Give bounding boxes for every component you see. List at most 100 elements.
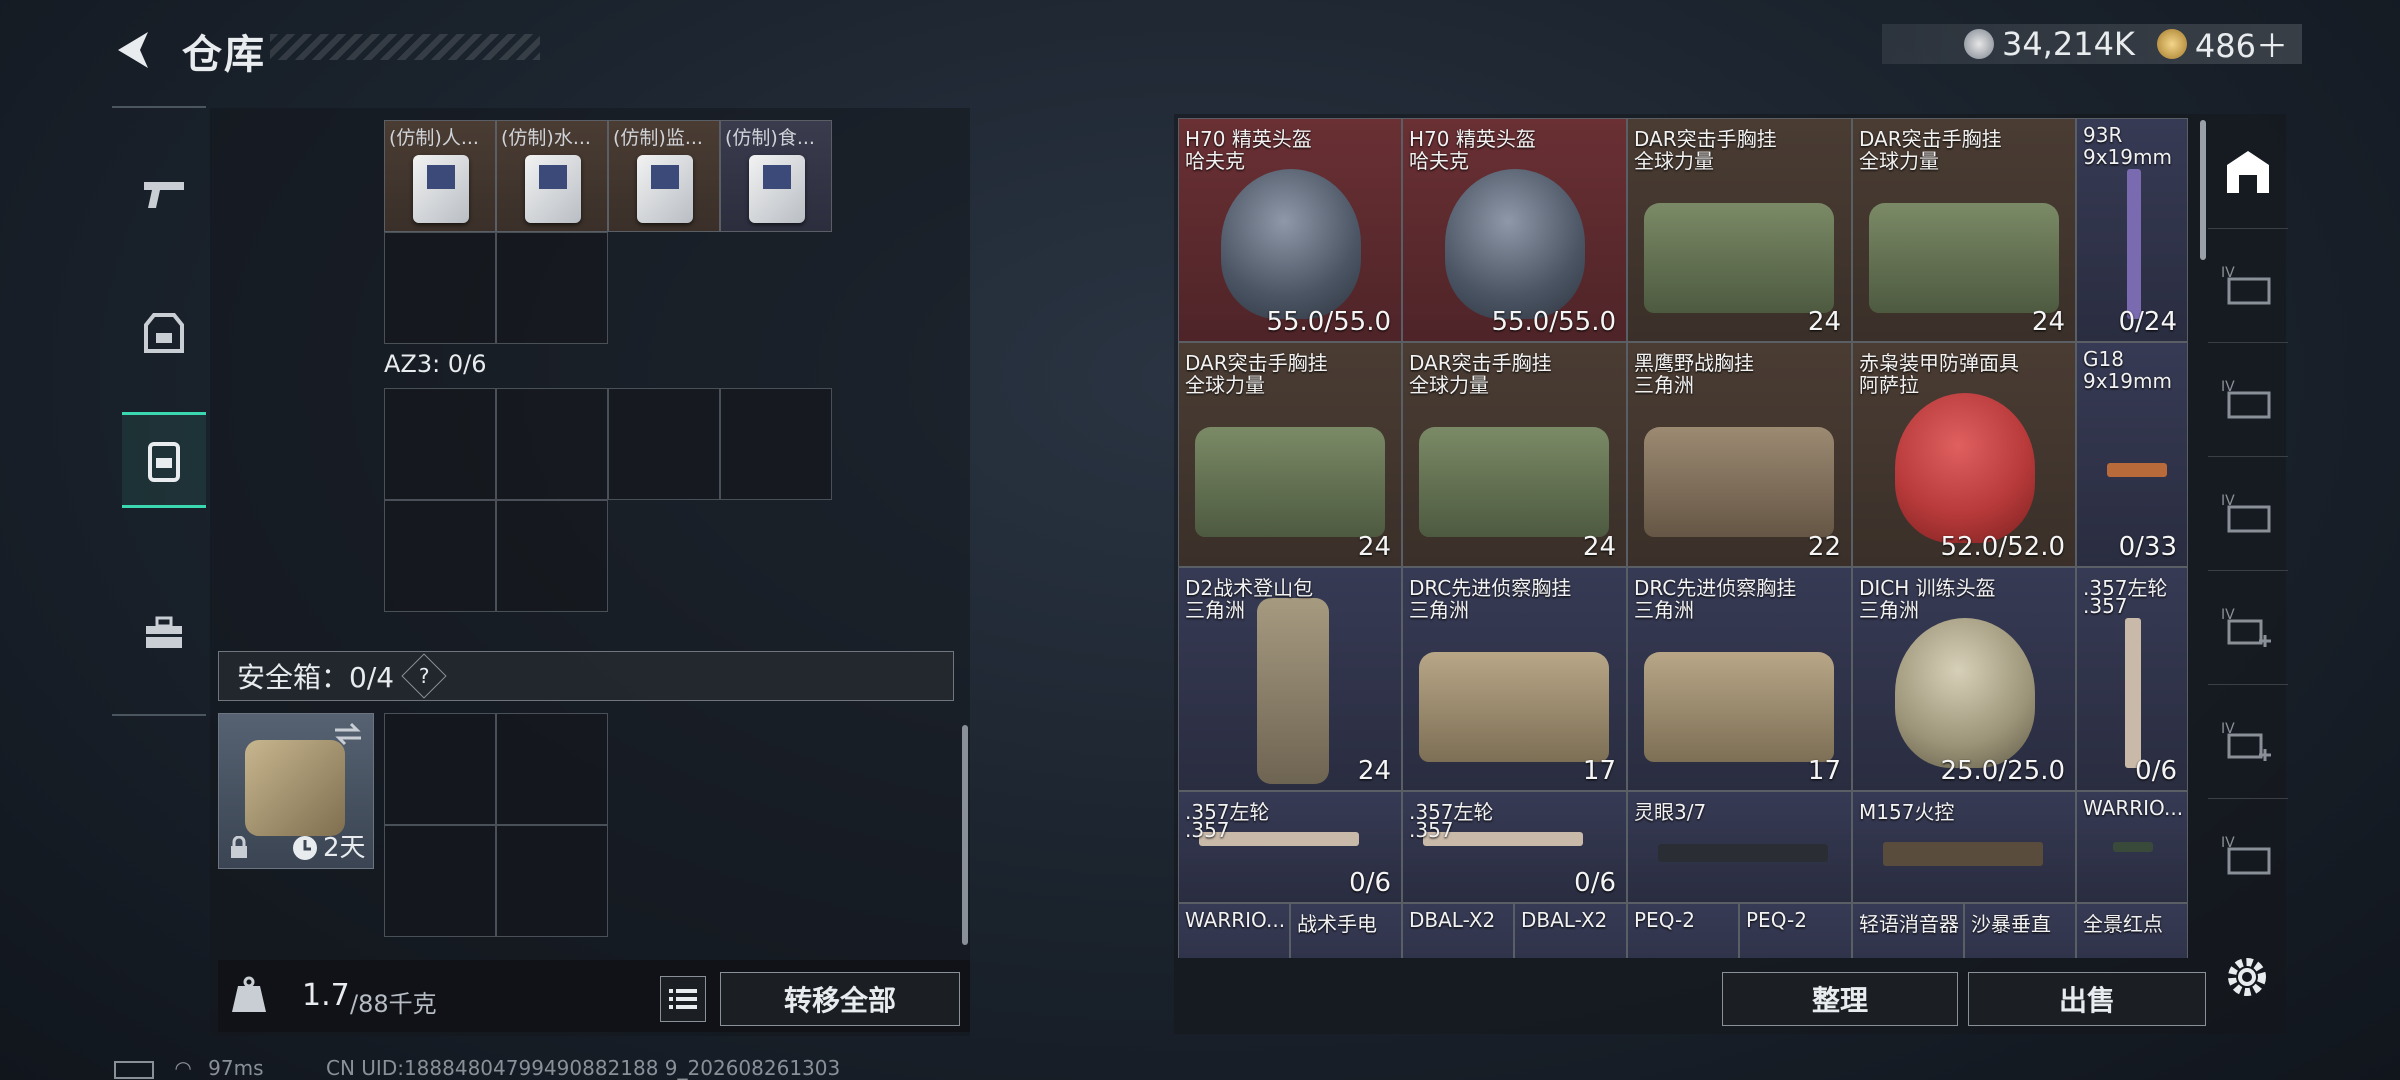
- item-attachment[interactable]: PEQ-2: [1739, 903, 1852, 958]
- item-chest-rig[interactable]: DRC先进侦察胸挂 三角洲 17: [1402, 567, 1627, 791]
- pocket-item[interactable]: (仿制)人...: [384, 120, 496, 232]
- item-attachment[interactable]: 全景红点: [2076, 903, 2188, 958]
- storage-IV-icon: IV: [2221, 265, 2271, 305]
- item-chest-rig[interactable]: DAR突击手胸挂 全球力量 24: [1402, 342, 1627, 567]
- item-chest-rig[interactable]: DRC先进侦察胸挂 三角洲 17: [1627, 567, 1852, 791]
- tab-storage-1[interactable]: IV: [2208, 228, 2288, 343]
- storage-IV-add-icon: IV: [2221, 721, 2271, 761]
- pocket-item[interactable]: (仿制)水...: [496, 120, 608, 232]
- clock-icon: [293, 836, 317, 860]
- grid-slot[interactable]: [496, 388, 608, 500]
- item-helmet[interactable]: H70 精英头盔 哈夫克 55.0/55.0: [1178, 118, 1402, 342]
- item-helmet[interactable]: DICH 训练头盔 三角洲 25.0/25.0: [1852, 567, 2076, 791]
- safe-case-icon: [245, 740, 345, 836]
- chest-rig-icon: [1419, 427, 1609, 537]
- grid-slot[interactable]: [384, 388, 496, 500]
- helmet-icon: [1445, 169, 1585, 319]
- nav-toolbox[interactable]: [122, 588, 206, 678]
- item-chest-rig[interactable]: DAR突击手胸挂 全球力量 24: [1627, 118, 1852, 342]
- nav-backpack[interactable]: [122, 412, 206, 508]
- helmet-icon: [1895, 618, 2035, 768]
- storage-IV-add-icon: IV: [2221, 607, 2271, 647]
- flashlight-icon: [2113, 842, 2153, 852]
- sell-button[interactable]: 出售: [1968, 972, 2206, 1026]
- silver-amount: 34,214K: [2001, 25, 2135, 63]
- tab-storage-2[interactable]: IV: [2208, 342, 2288, 457]
- item-attachment[interactable]: PEQ-2: [1627, 903, 1739, 958]
- tab-storage-add-2[interactable]: IV: [2208, 684, 2288, 799]
- gold-coin-icon: [2156, 29, 2187, 59]
- storage-IV-icon: IV: [2221, 835, 2271, 875]
- tab-storage-3[interactable]: IV: [2208, 456, 2288, 571]
- pocket-item[interactable]: (仿制)监...: [608, 120, 720, 232]
- list-view-button[interactable]: [660, 976, 706, 1022]
- tab-main-storage[interactable]: [2208, 114, 2288, 229]
- grid-slot[interactable]: [384, 500, 496, 612]
- grid-slot[interactable]: [384, 232, 496, 344]
- pistol-icon: [2127, 169, 2141, 319]
- help-button[interactable]: ?: [401, 653, 447, 699]
- item-fire-control[interactable]: M157火控: [1852, 791, 2076, 903]
- item-chest-rig[interactable]: 黑鹰野战胸挂 三角洲 22: [1627, 342, 1852, 567]
- home-shelf-icon: [2227, 151, 2269, 193]
- warehouse-grid: H70 精英头盔 哈夫克 55.0/55.0 H70 精英头盔 哈夫克 55.0/55.…: [1178, 118, 2190, 958]
- item-face-mask[interactable]: 赤枭装甲防弹面具 阿萨拉 52.0/52.0: [1852, 342, 2076, 567]
- pistol-icon: [2107, 463, 2167, 477]
- chest-rig-icon: [1644, 652, 1834, 762]
- storage-tabs: IV IV IV IV IV IV: [2208, 114, 2288, 924]
- item-revolver[interactable]: .357左轮 .357 0/6: [1402, 791, 1627, 903]
- item-attachment[interactable]: 沙暴垂直: [1964, 903, 2076, 958]
- item-scope[interactable]: 灵眼3/7: [1627, 791, 1852, 903]
- item-backpack[interactable]: D2战术登山包 三角洲 24: [1178, 567, 1402, 791]
- tab-storage-4[interactable]: IV: [2208, 798, 2288, 912]
- battery-icon: [114, 1060, 154, 1079]
- safe-timer: 2天: [323, 833, 366, 863]
- grid-slot[interactable]: [384, 825, 496, 937]
- grid-slot[interactable]: [496, 500, 608, 612]
- swap-icon: [335, 722, 361, 746]
- back-button[interactable]: [112, 28, 156, 72]
- item-helmet[interactable]: H70 精英头盔 哈夫克 55.0/55.0: [1402, 118, 1627, 342]
- grid-slot[interactable]: [496, 232, 608, 344]
- tab-storage-add-1[interactable]: IV: [2208, 570, 2288, 685]
- nav-armor[interactable]: [122, 288, 206, 378]
- nav-weapons[interactable]: [122, 148, 206, 238]
- item-revolver[interactable]: .357左轮 .357 0/6: [2076, 567, 2188, 791]
- item-flashlight[interactable]: WARRIO...: [2076, 791, 2188, 903]
- mask-icon: [1895, 393, 2035, 543]
- grid-slot[interactable]: [496, 825, 608, 937]
- toolbox-icon: [146, 616, 182, 648]
- item-attachment[interactable]: DBAL-X2: [1514, 903, 1627, 958]
- revolver-icon: [2125, 618, 2141, 768]
- silver-coin-icon: [1963, 29, 1994, 59]
- item-revolver[interactable]: .357左轮 .357 0/6: [1178, 791, 1402, 903]
- scrollbar[interactable]: [962, 725, 968, 945]
- grid-slot[interactable]: [496, 713, 608, 825]
- scrollbar[interactable]: [2200, 120, 2206, 260]
- item-chest-rig[interactable]: DAR突击手胸挂 全球力量 24: [1178, 342, 1402, 567]
- grid-slot[interactable]: [720, 388, 832, 500]
- id-card-icon: [637, 155, 693, 223]
- backpack-capacity-label: AZ3: 0/6: [384, 350, 487, 378]
- item-attachment[interactable]: 战术手电: [1290, 903, 1402, 958]
- lock-icon: [231, 836, 247, 858]
- transfer-all-button[interactable]: 转移全部: [720, 972, 960, 1026]
- sort-button[interactable]: 整理: [1722, 972, 1958, 1026]
- gold-amount[interactable]: 486＋: [2195, 21, 2288, 67]
- title-decoration: [270, 34, 540, 60]
- uid-text: CN UID:18884804799490882188 9_2026082613…: [326, 1056, 841, 1080]
- pistol-icon: [144, 182, 184, 208]
- safe-box-item[interactable]: 2天: [218, 713, 374, 869]
- item-attachment[interactable]: DBAL-X2: [1402, 903, 1514, 958]
- item-pistol[interactable]: 93R 9x19mm 0/24: [2076, 118, 2188, 342]
- id-card-icon: [749, 155, 805, 223]
- pocket-item[interactable]: (仿制)食...: [720, 120, 832, 232]
- grid-slot[interactable]: [384, 713, 496, 825]
- item-attachment[interactable]: 轻语消音器: [1852, 903, 1964, 958]
- settings-button[interactable]: [2222, 952, 2272, 1002]
- item-attachment[interactable]: WARRIO...: [1178, 903, 1290, 958]
- grid-slot[interactable]: [608, 388, 720, 500]
- item-chest-rig[interactable]: DAR突击手胸挂 全球力量 24: [1852, 118, 2076, 342]
- chest-rig-icon: [1195, 427, 1385, 537]
- item-pistol[interactable]: G18 9x19mm 0/33: [2076, 342, 2188, 567]
